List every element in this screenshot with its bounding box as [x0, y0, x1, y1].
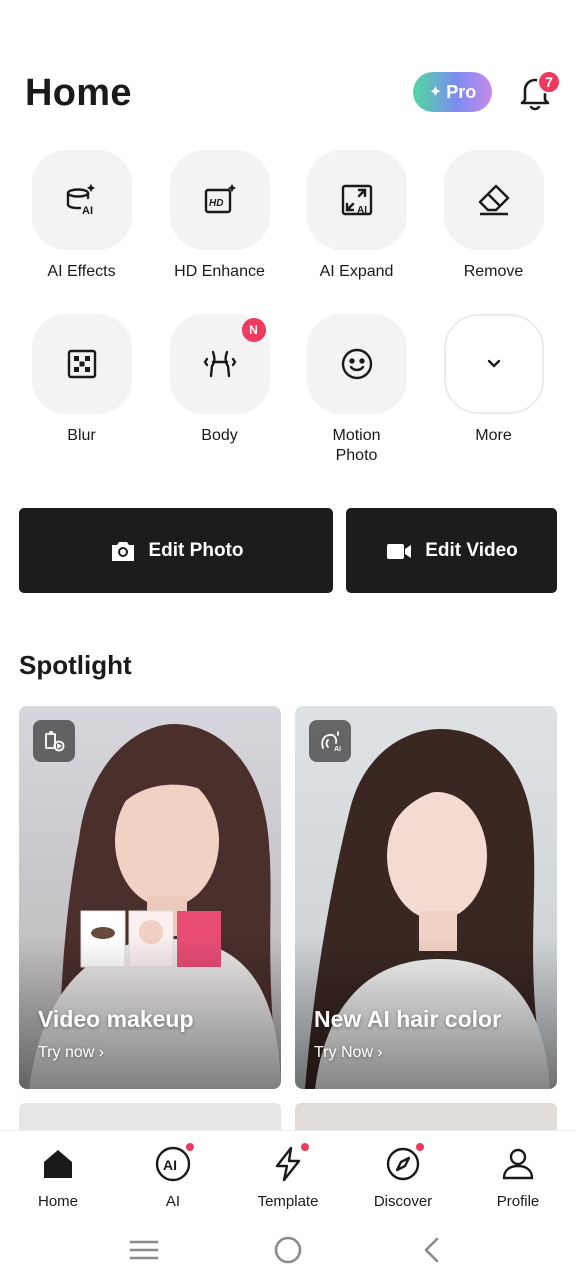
person-icon [502, 1148, 534, 1180]
nav-label: AI [165, 1193, 181, 1210]
nav-label: Discover [373, 1193, 433, 1210]
nav-home[interactable]: Home [3, 1145, 113, 1210]
tool-label: Motion Photo [332, 427, 381, 464]
compass-icon [386, 1147, 420, 1181]
nav-dot [301, 1143, 309, 1151]
ai-effects-icon: AI [66, 183, 95, 217]
page-title: Home [25, 72, 132, 114]
tool-label: AI Effects [47, 263, 116, 280]
nav-label: Template [257, 1193, 319, 1210]
nav-profile[interactable]: Profile [463, 1145, 573, 1210]
nav-label: Profile [496, 1193, 540, 1210]
edit-photo-label: Edit Photo [148, 539, 244, 561]
camera-icon [111, 541, 134, 561]
tool-blur[interactable]: Blur [13, 314, 150, 446]
edit-photo-button[interactable]: Edit Photo [19, 508, 333, 593]
card-cta[interactable]: Try Now › [314, 1044, 383, 1062]
card-cta[interactable]: Try now › [38, 1044, 104, 1062]
video-edit-badge-icon [33, 720, 75, 762]
svg-text:AI: AI [357, 205, 367, 216]
home-circle-icon[interactable] [268, 1230, 308, 1270]
tool-ai-effects[interactable]: AI AI Effects [13, 150, 150, 282]
nav-discover[interactable]: Discover [348, 1143, 458, 1210]
edit-video-button[interactable]: Edit Video [346, 508, 557, 593]
tool-hd-enhance[interactable]: HD HD Enhance [151, 150, 288, 282]
body-icon [203, 350, 236, 378]
svg-text:HD: HD [209, 198, 223, 209]
pro-button[interactable]: ✦ Pro [413, 72, 492, 112]
lightning-icon [275, 1146, 301, 1182]
tool-label: Blur [67, 427, 96, 444]
tool-remove[interactable]: Remove [425, 150, 562, 282]
pro-label: Pro [446, 81, 477, 102]
spotlight-title: Spotlight [19, 650, 132, 680]
svg-text:AI: AI [163, 1157, 177, 1173]
back-icon[interactable] [412, 1230, 452, 1270]
tool-body[interactable]: N Body [151, 314, 288, 446]
nav-dot [416, 1143, 424, 1151]
home-icon [44, 1150, 72, 1178]
system-nav-bar [0, 1222, 576, 1280]
svg-text:AI: AI [82, 205, 93, 217]
tool-label: Body [201, 427, 238, 444]
sparkle-icon: ✦ [428, 84, 443, 101]
nav-dot [186, 1143, 194, 1151]
ai-hair-badge-icon: AI [309, 720, 351, 762]
tool-label: Remove [463, 263, 524, 280]
eraser-icon [478, 184, 509, 216]
tool-more[interactable]: More [425, 314, 562, 446]
nav-ai[interactable]: AI AI [118, 1143, 228, 1210]
spotlight-card-video-makeup[interactable]: Video makeup Try now › [19, 706, 281, 1089]
video-camera-icon [387, 543, 412, 559]
blur-icon [67, 349, 96, 379]
hd-enhance-icon: HD [204, 183, 236, 214]
notification-badge: 7 [537, 70, 561, 94]
spotlight-card-ai-hair-color[interactable]: AI New AI hair color Try Now › [295, 706, 557, 1089]
ai-icon: AI [155, 1146, 191, 1182]
nav-label: Home [37, 1193, 78, 1210]
tool-motion-photo[interactable]: Motion Photo [288, 314, 425, 466]
chevron-down-icon [487, 359, 500, 368]
card-title: New AI hair color [314, 1006, 502, 1032]
tool-ai-expand[interactable]: AI AI Expand [288, 150, 425, 282]
spotlight-card-peek[interactable] [295, 1103, 557, 1133]
ai-expand-icon: AI [341, 184, 372, 216]
smiley-icon [341, 348, 372, 380]
nav-template[interactable]: Template [233, 1143, 343, 1210]
bottom-nav: Home AI AI Template Discover Profile [0, 1130, 576, 1222]
edit-video-label: Edit Video [425, 539, 518, 561]
card-title: Video makeup [38, 1006, 194, 1032]
svg-text:AI: AI [334, 746, 341, 753]
spotlight-card-peek[interactable] [19, 1103, 281, 1133]
tool-label: AI Expand [319, 263, 394, 280]
recent-apps-icon[interactable] [124, 1230, 164, 1270]
header: Home ✦ Pro [0, 60, 576, 130]
new-badge: N [241, 318, 266, 342]
tool-label: HD Enhance [174, 263, 265, 280]
tool-label: More [475, 427, 512, 444]
